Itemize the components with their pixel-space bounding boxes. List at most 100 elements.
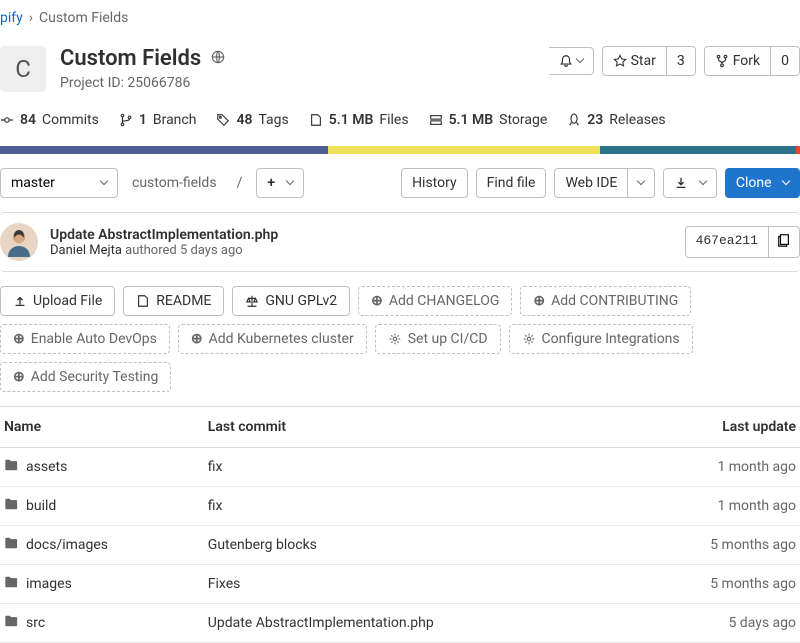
- plus-icon: ⊕: [13, 369, 25, 385]
- repo-path[interactable]: custom-fields: [126, 175, 223, 191]
- folder-icon: [4, 575, 18, 593]
- table-row[interactable]: build fix 1 month ago: [0, 487, 800, 526]
- path-slash: /: [231, 175, 249, 191]
- clone-button[interactable]: Clone: [725, 168, 800, 198]
- last-update: 1 month ago: [629, 487, 800, 526]
- commit-message[interactable]: Fixes: [208, 576, 241, 592]
- file-tree-table: Name Last commit Last update assets fix 1 …: [0, 406, 800, 643]
- copy-sha-button[interactable]: [769, 226, 800, 258]
- commit-message[interactable]: Update AbstractImplementation.php: [208, 615, 434, 631]
- upload-file-chip[interactable]: Upload File: [0, 286, 115, 316]
- file-name[interactable]: assets: [26, 459, 67, 475]
- table-row[interactable]: images Fixes 5 months ago: [0, 565, 800, 604]
- file-name[interactable]: docs/images: [26, 537, 108, 553]
- gear-icon: [388, 332, 402, 346]
- commit-sha[interactable]: 467ea211: [685, 226, 769, 258]
- commit-author[interactable]: Daniel Mejta: [50, 243, 122, 258]
- col-name: Name: [0, 407, 204, 448]
- file-name[interactable]: images: [26, 576, 72, 592]
- readme-chip[interactable]: README: [123, 286, 224, 316]
- last-update: 1 month ago: [629, 448, 800, 487]
- history-button[interactable]: History: [401, 168, 468, 198]
- add-k8s-chip[interactable]: ⊕ Add Kubernetes cluster: [178, 324, 367, 354]
- star-count: 3: [667, 46, 696, 76]
- find-file-button[interactable]: Find file: [476, 168, 547, 198]
- project-id: Project ID: 25066786: [60, 75, 225, 91]
- configure-integrations-chip[interactable]: Configure Integrations: [509, 324, 693, 354]
- last-update: 5 months ago: [629, 526, 800, 565]
- project-stats: 84Commits 1Branch 48Tags 5.1 MBFiles 5.1…: [0, 102, 800, 138]
- upload-icon: [13, 294, 27, 308]
- project-actions-chips: Upload File README GNU GPLv2 ⊕ Add CHANG…: [0, 286, 800, 392]
- breadcrumb-sep: ›: [29, 10, 33, 26]
- branch-select[interactable]: master: [0, 168, 118, 198]
- tag-icon: [216, 113, 230, 127]
- globe-icon: [211, 50, 225, 68]
- col-commit: Last commit: [204, 407, 630, 448]
- license-chip[interactable]: GNU GPLv2: [232, 286, 350, 316]
- storage-icon: [429, 113, 443, 127]
- file-name[interactable]: build: [26, 498, 56, 514]
- download-dropdown[interactable]: [663, 168, 716, 198]
- chevron-down-icon: [100, 177, 108, 185]
- rocket-icon: [567, 113, 581, 127]
- download-icon: [674, 176, 688, 190]
- project-header: C Custom Fields Project ID: 25066786 Sta…: [0, 36, 800, 102]
- plus-icon: ⊕: [371, 293, 383, 309]
- chevron-down-icon: [782, 177, 790, 185]
- commit-time: 5 days ago: [180, 243, 243, 258]
- page-title: Custom Fields: [60, 46, 201, 71]
- plus-icon: +: [267, 175, 275, 191]
- fork-button[interactable]: Fork: [704, 46, 771, 76]
- stat-tags[interactable]: 48Tags: [216, 112, 288, 128]
- add-security-chip[interactable]: ⊕ Add Security Testing: [0, 362, 171, 392]
- plus-icon: ⊕: [191, 331, 203, 347]
- add-changelog-chip[interactable]: ⊕ Add CHANGELOG: [358, 286, 512, 316]
- commit-message[interactable]: fix: [208, 459, 223, 475]
- table-row[interactable]: src Update AbstractImplementation.php 5 da…: [0, 604, 800, 643]
- star-button[interactable]: Star: [602, 46, 667, 76]
- chevron-down-icon: [285, 177, 293, 185]
- bell-icon: [559, 54, 573, 68]
- commit-icon: [0, 113, 14, 127]
- web-ide-button[interactable]: Web IDE: [554, 168, 628, 198]
- breadcrumb: pify › Custom Fields: [0, 0, 800, 36]
- breadcrumb-current: Custom Fields: [39, 10, 128, 26]
- last-update: 5 months ago: [629, 565, 800, 604]
- stat-files[interactable]: 5.1 MBFiles: [309, 112, 409, 128]
- fork-icon: [715, 54, 729, 68]
- chevron-down-icon: [575, 55, 583, 63]
- gear-icon: [522, 332, 536, 346]
- clipboard-icon: [777, 233, 791, 247]
- folder-icon: [4, 536, 18, 554]
- plus-icon: ⊕: [533, 293, 545, 309]
- commit-message[interactable]: fix: [208, 498, 223, 514]
- stat-releases[interactable]: 23Releases: [567, 112, 665, 128]
- star-icon: [613, 54, 627, 68]
- language-bar: [0, 146, 800, 154]
- last-update: 5 days ago: [629, 604, 800, 643]
- add-dropdown[interactable]: +: [256, 168, 303, 198]
- file-name[interactable]: src: [26, 615, 45, 631]
- breadcrumb-parent[interactable]: pify: [0, 10, 23, 26]
- enable-autodevops-chip[interactable]: ⊕ Enable Auto DevOps: [0, 324, 170, 354]
- chevron-down-icon: [699, 177, 707, 185]
- web-ide-dropdown[interactable]: [628, 168, 655, 198]
- stat-commits[interactable]: 84Commits: [0, 112, 99, 128]
- setup-cicd-chip[interactable]: Set up CI/CD: [375, 324, 501, 354]
- notification-dropdown[interactable]: [549, 47, 594, 75]
- commit-message[interactable]: Gutenberg blocks: [208, 537, 317, 553]
- avatar[interactable]: [0, 223, 38, 261]
- stat-branches[interactable]: 1Branch: [119, 112, 197, 128]
- col-update: Last update: [629, 407, 800, 448]
- file-icon: [309, 113, 323, 127]
- latest-commit: Update AbstractImplementation.php Daniel…: [0, 212, 800, 272]
- plus-icon: ⊕: [13, 331, 25, 347]
- branch-icon: [119, 113, 133, 127]
- add-contributing-chip[interactable]: ⊕ Add CONTRIBUTING: [520, 286, 691, 316]
- commit-title[interactable]: Update AbstractImplementation.php: [50, 227, 278, 243]
- table-row[interactable]: assets fix 1 month ago: [0, 448, 800, 487]
- folder-icon: [4, 497, 18, 515]
- table-row[interactable]: docs/images Gutenberg blocks 5 months ago: [0, 526, 800, 565]
- stat-storage[interactable]: 5.1 MBStorage: [429, 112, 548, 128]
